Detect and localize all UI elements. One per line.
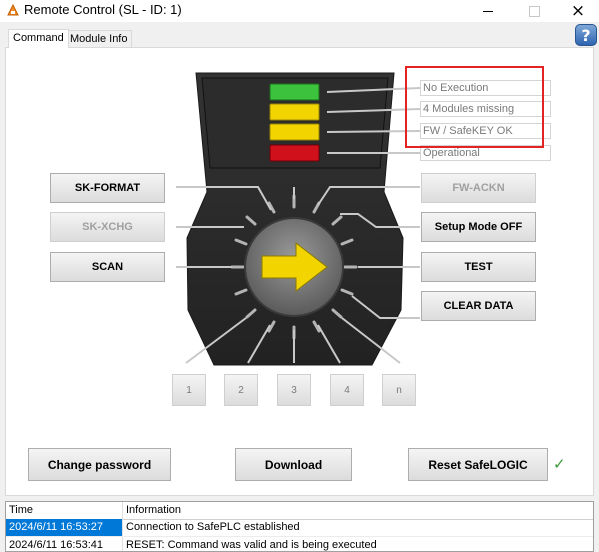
sk-format-button[interactable]: SK-FORMAT (50, 173, 165, 203)
status-led-red (269, 144, 320, 162)
highlight-annotation-box (405, 66, 544, 148)
status-led-yellow-2 (269, 123, 320, 141)
log-table-header: Time Information (6, 502, 593, 520)
reset-safelogic-button[interactable]: Reset SafeLOGIC (408, 448, 548, 481)
sk-xchg-button[interactable]: SK-XCHG (50, 212, 165, 242)
download-button[interactable]: Download (235, 448, 352, 481)
clear-data-button[interactable]: CLEAR DATA (421, 291, 536, 321)
table-row[interactable]: 2024/6/11 16:53:27 Connection to SafePLC… (6, 519, 593, 536)
log-time-cell: 2024/6/11 16:53:41 (9, 539, 103, 551)
setup-mode-button[interactable]: Setup Mode OFF (421, 212, 536, 242)
column-header-time[interactable]: Time (6, 502, 122, 519)
table-row[interactable]: 2024/6/11 16:53:41 RESET: Command was va… (6, 536, 593, 551)
scan-button[interactable]: SCAN (50, 252, 165, 282)
column-header-information[interactable]: Information (122, 502, 593, 519)
status-led-green (269, 83, 320, 101)
log-time-cell: 2024/6/11 16:53:27 (6, 519, 122, 536)
fw-ackn-button[interactable]: FW-ACKN (421, 173, 536, 203)
log-table[interactable]: Time Information 2024/6/11 16:53:27 Conn… (5, 501, 594, 552)
module-2-button[interactable]: 2 (224, 374, 258, 406)
check-icon: ✓ (553, 455, 566, 473)
change-password-button[interactable]: Change password (28, 448, 171, 481)
log-info-cell: Connection to SafePLC established (122, 519, 593, 536)
test-button[interactable]: TEST (421, 252, 536, 282)
module-1-button[interactable]: 1 (172, 374, 206, 406)
status-led-yellow-1 (269, 103, 320, 121)
tab-command[interactable]: Command (8, 29, 69, 48)
module-3-button[interactable]: 3 (277, 374, 311, 406)
module-n-button[interactable]: n (382, 374, 416, 406)
module-4-button[interactable]: 4 (330, 374, 364, 406)
log-info-cell: RESET: Command was valid and is being ex… (122, 537, 593, 551)
